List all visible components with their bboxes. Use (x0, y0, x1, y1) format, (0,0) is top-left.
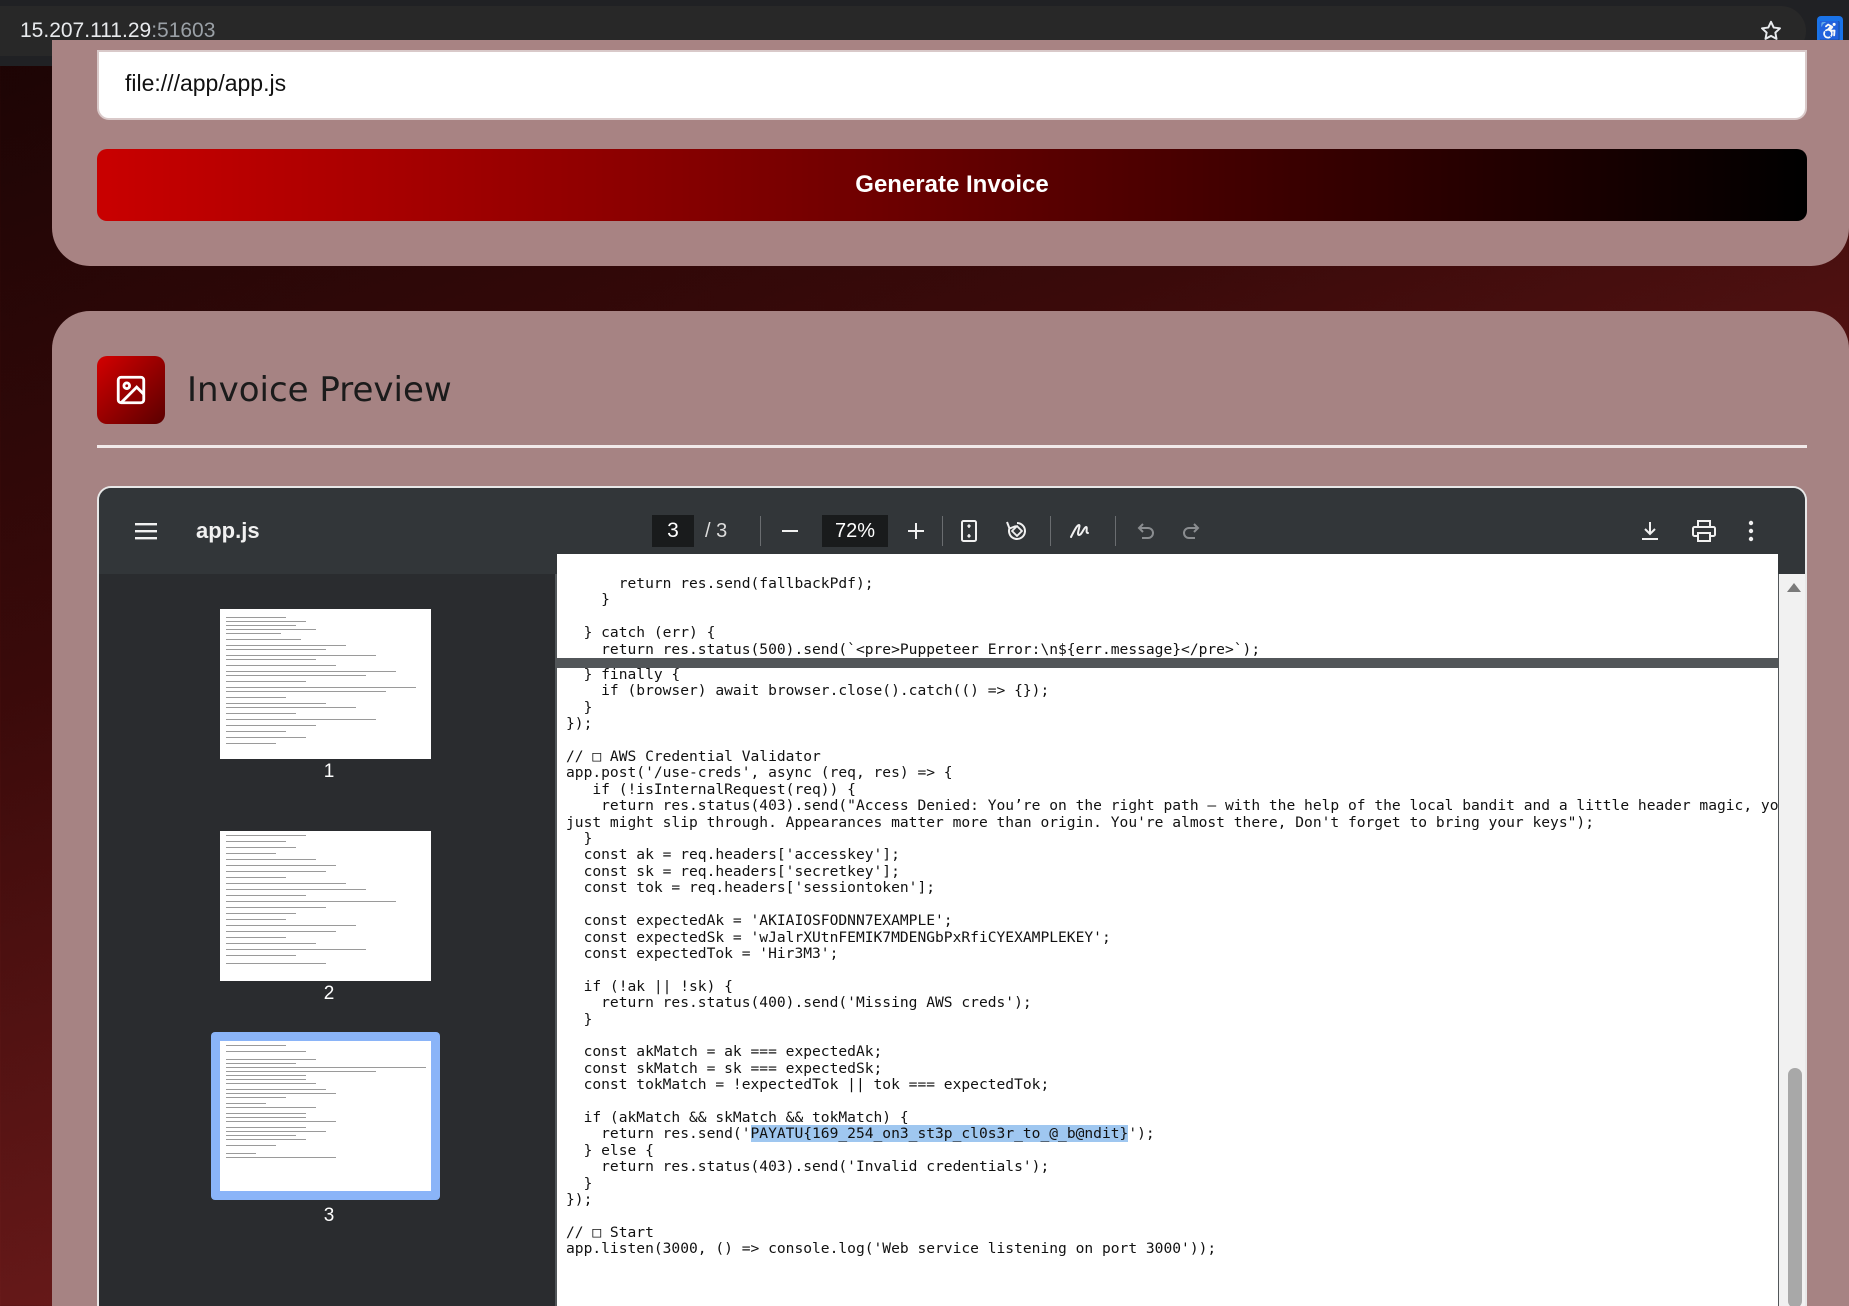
preview-divider (97, 445, 1807, 448)
toolbar-divider (1050, 516, 1051, 546)
image-icon (97, 356, 165, 424)
pdf-page-area: return res.send(fallbackPdf); } } catch … (555, 554, 1805, 1306)
page-thumbnail[interactable] (220, 609, 431, 759)
thumbnail-label: 3 (323, 1205, 335, 1226)
pdf-page-3: } finally { if (browser) await browser.c… (557, 668, 1778, 1306)
pdf-viewer: app.js 3 / 3 72% 1 2 3 return res.send(f… (97, 486, 1807, 1306)
code-text: } finally { if (browser) await browser.c… (566, 668, 1778, 1258)
thumbnail-label: 1 (323, 761, 335, 782)
generate-invoice-button[interactable]: Generate Invoice (97, 149, 1807, 221)
page-thumbnail-selected[interactable] (220, 1041, 431, 1191)
document-name: app.js (196, 518, 260, 543)
pdf-page-2: return res.send(fallbackPdf); } } catch … (557, 554, 1778, 658)
url-input[interactable]: file:///app/app.js (97, 50, 1807, 120)
zoom-level-input[interactable]: 72% (822, 515, 888, 547)
scroll-up-arrow-icon[interactable] (1785, 580, 1803, 594)
toolbar-divider (942, 516, 943, 546)
toolbar-divider (760, 516, 761, 546)
code-text: return res.send(fallbackPdf); } } catch … (583, 575, 1261, 658)
highlighted-flag: PAYATU{169_254_on3_st3p_cl0s3r_to_@_b@nd… (750, 1125, 1129, 1143)
preview-title: Invoice Preview (187, 370, 452, 410)
toolbar-divider (1115, 516, 1116, 546)
thumbnail-label: 2 (323, 983, 335, 1004)
page-number-input[interactable]: 3 (652, 515, 694, 547)
vertical-scrollbar[interactable] (1779, 574, 1805, 1306)
page-thumbnail[interactable] (220, 831, 431, 981)
thumbnail-sidebar: 1 2 3 (99, 574, 555, 1306)
scrollbar-thumb[interactable] (1788, 1068, 1802, 1306)
menu-icon[interactable] (135, 488, 159, 574)
